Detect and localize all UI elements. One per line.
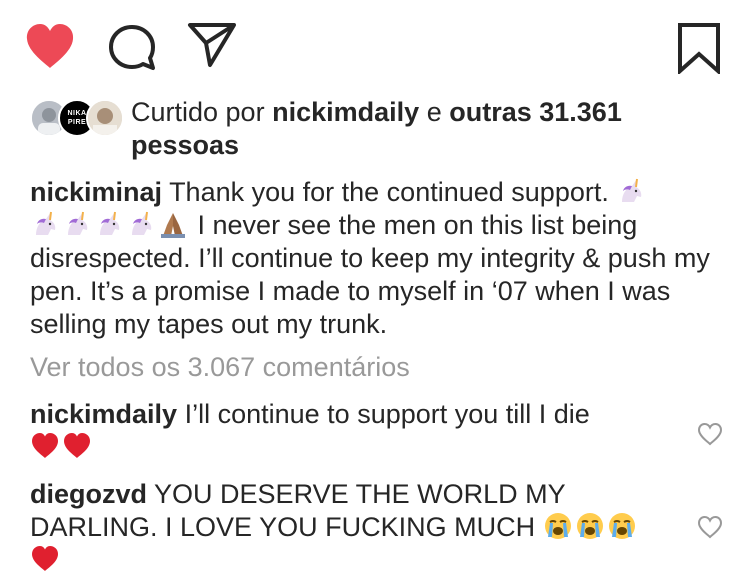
post-action-bar bbox=[0, 0, 750, 90]
unicorn-icon bbox=[30, 209, 60, 239]
bookmark-icon[interactable] bbox=[676, 22, 722, 74]
comment-icon[interactable] bbox=[108, 24, 158, 72]
share-icon[interactable] bbox=[186, 20, 238, 68]
comment-item: nickimdaily I’ll continue to support you… bbox=[30, 398, 670, 464]
red-heart-icon bbox=[30, 544, 60, 574]
unicorn-icon bbox=[62, 209, 92, 239]
liker-avatars[interactable]: NIKA PIRE bbox=[30, 99, 124, 137]
red-heart-icon bbox=[30, 431, 60, 461]
likes-text: Curtido por nickimdaily e outras 31.361 … bbox=[131, 96, 730, 162]
crying-face-icon bbox=[607, 511, 637, 541]
folded-hands-icon bbox=[158, 209, 188, 239]
liker-username[interactable]: nickimdaily bbox=[272, 97, 419, 127]
unicorn-icon bbox=[94, 209, 124, 239]
likes-joiner: e bbox=[426, 97, 442, 127]
comment-like-icon[interactable] bbox=[697, 422, 723, 446]
avatar bbox=[86, 99, 124, 137]
comment-text: I’ll continue to support you till I die bbox=[184, 399, 590, 429]
comment-username[interactable]: nickimdaily bbox=[30, 399, 177, 429]
comment-like-icon[interactable] bbox=[697, 515, 723, 539]
red-heart-icon bbox=[62, 431, 92, 461]
caption-text-1: Thank you for the continued support. bbox=[169, 177, 609, 207]
likes-prefix: Curtido por bbox=[131, 97, 265, 127]
post-caption: nickiminaj Thank you for the continued s… bbox=[30, 176, 720, 341]
caption-username[interactable]: nickiminaj bbox=[30, 177, 162, 207]
crying-face-icon bbox=[543, 511, 573, 541]
view-all-comments-link[interactable]: Ver todos os 3.067 comentários bbox=[30, 352, 410, 383]
likes-summary: NIKA PIRE Curtido por nickimdaily e outr… bbox=[30, 96, 730, 162]
comment-username[interactable]: diegozvd bbox=[30, 479, 147, 509]
heart-icon[interactable] bbox=[24, 22, 76, 70]
comment-item: diegozvd YOU DESERVE THE WORLD MY DARLIN… bbox=[30, 478, 670, 577]
unicorn-icon bbox=[616, 176, 646, 206]
crying-face-icon bbox=[575, 511, 605, 541]
unicorn-icon bbox=[126, 209, 156, 239]
